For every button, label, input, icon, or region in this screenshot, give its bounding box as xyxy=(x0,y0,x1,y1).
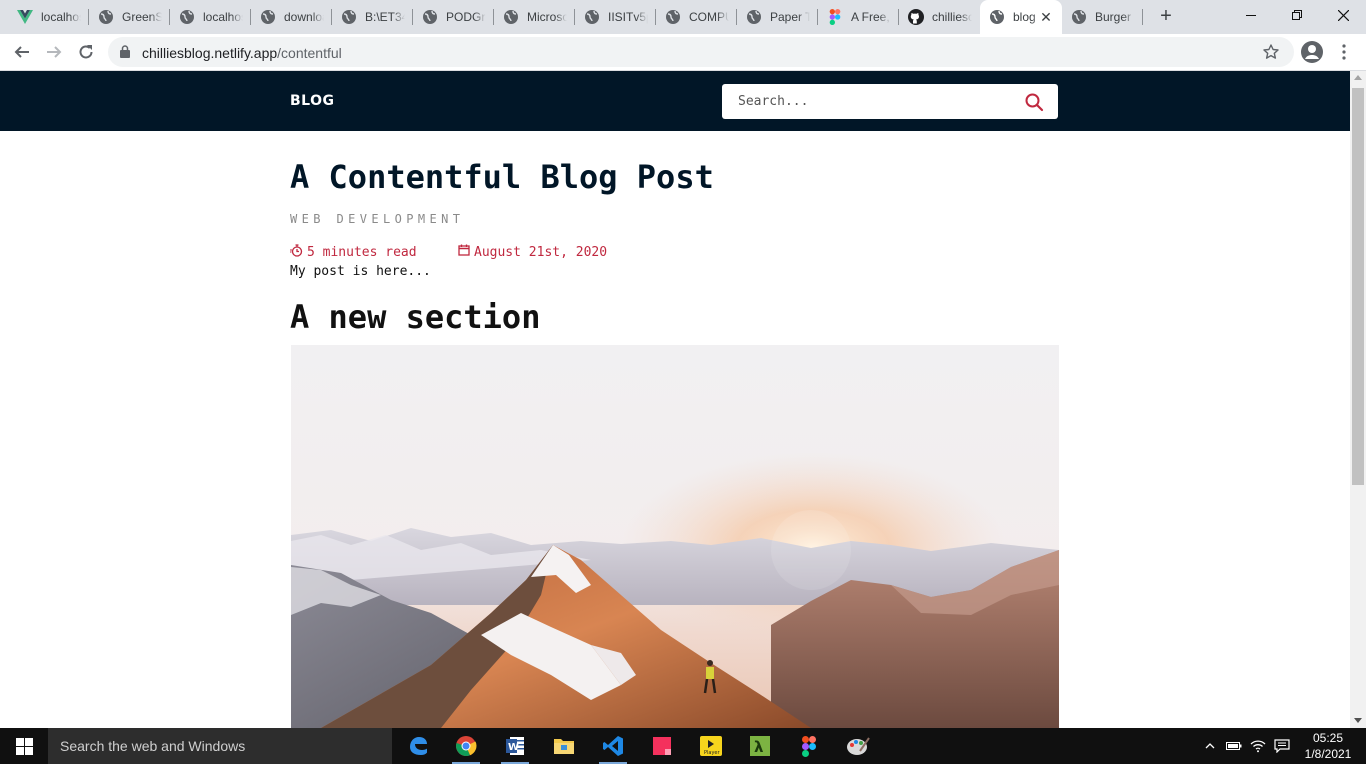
github-icon xyxy=(908,9,924,25)
paint-icon[interactable] xyxy=(834,728,882,764)
taskbar-search-box[interactable]: Search the web and Windows xyxy=(48,728,392,764)
clock-time: 05:25 xyxy=(1312,731,1344,745)
menu-kebab-icon[interactable] xyxy=(1330,38,1358,66)
browser-tab[interactable]: IISITv5p xyxy=(575,0,656,34)
globe-icon xyxy=(746,9,762,25)
page-scrollbar[interactable] xyxy=(1350,71,1366,728)
svg-text:Player: Player xyxy=(704,750,721,756)
site-brand-link[interactable]: BLOG xyxy=(290,93,335,109)
post-category[interactable]: WEB DEVELOPMENT xyxy=(290,212,464,226)
vscode-icon[interactable] xyxy=(589,728,637,764)
browser-tab[interactable]: GreenSock xyxy=(89,0,170,34)
scrollbar-thumb[interactable] xyxy=(1352,88,1364,485)
browser-tab[interactable]: chilliesc xyxy=(899,0,980,34)
browser-tab[interactable]: Microsoft xyxy=(494,0,575,34)
restore-button[interactable] xyxy=(1274,0,1320,30)
hero-image xyxy=(291,345,1059,728)
address-bar[interactable]: chilliesblog.netlify.app/contentful xyxy=(108,37,1294,67)
wifi-icon[interactable] xyxy=(1248,736,1268,756)
browser-tab[interactable]: A Free, xyxy=(818,0,899,34)
new-tab-button[interactable]: + xyxy=(1154,5,1178,29)
browser-tab[interactable]: PODGrid xyxy=(413,0,494,34)
browser-tab[interactable]: Burger xyxy=(1062,0,1143,34)
scroll-up-icon[interactable] xyxy=(1354,75,1362,80)
globe-icon xyxy=(179,9,195,25)
read-time: 5 minutes read xyxy=(290,244,417,261)
site-header: BLOG xyxy=(0,71,1350,131)
figma-icon[interactable] xyxy=(785,728,833,764)
file-explorer-icon[interactable] xyxy=(540,728,588,764)
back-button[interactable] xyxy=(8,38,36,66)
edge-icon[interactable] xyxy=(394,728,442,764)
lock-icon xyxy=(120,45,130,63)
battery-icon[interactable] xyxy=(1224,736,1244,756)
globe-icon xyxy=(503,9,519,25)
browser-tab[interactable]: downloads xyxy=(251,0,332,34)
calendar-icon xyxy=(458,244,474,260)
globe-icon xyxy=(98,9,114,25)
globe-icon xyxy=(422,9,438,25)
figma-icon xyxy=(827,9,843,25)
browser-tab[interactable]: Paper T xyxy=(737,0,818,34)
post-body: My post is here... xyxy=(290,264,431,279)
minimize-button[interactable] xyxy=(1228,0,1274,30)
windows-taskbar: Search the web and Windows W Player λ 05 xyxy=(0,728,1366,764)
page-viewport: BLOG A Contentful Blog Post WEB DEVELOPM… xyxy=(0,71,1350,728)
search-box xyxy=(722,84,1058,119)
browser-tab[interactable]: COMPUTE xyxy=(656,0,737,34)
browser-tab[interactable]: localhost xyxy=(8,0,89,34)
word-icon[interactable]: W xyxy=(491,728,539,764)
globe-icon xyxy=(1071,9,1087,25)
close-window-button[interactable] xyxy=(1320,0,1366,30)
close-tab-icon[interactable]: ✕ xyxy=(1038,9,1054,25)
tab-strip: localhost GreenSock localhost downloads … xyxy=(0,0,1366,34)
profile-avatar-icon[interactable] xyxy=(1298,38,1326,66)
browser-toolbar: chilliesblog.netlify.app/contentful xyxy=(0,34,1366,71)
app-icon[interactable] xyxy=(638,728,686,764)
globe-icon xyxy=(260,9,276,25)
bookmark-star-icon[interactable] xyxy=(1262,43,1280,66)
post-date: August 21st, 2020 xyxy=(458,244,607,260)
browser-tab[interactable]: localhost xyxy=(170,0,251,34)
post-title: A Contentful Blog Post xyxy=(290,158,714,196)
section-heading: A new section xyxy=(290,298,541,336)
vue-icon xyxy=(17,9,33,25)
url-text: chilliesblog.netlify.app/contentful xyxy=(142,45,342,61)
taskbar-clock[interactable]: 05:25 1/8/2021 xyxy=(1298,730,1358,762)
lambda-icon[interactable]: λ xyxy=(736,728,784,764)
search-icon[interactable] xyxy=(1024,92,1044,112)
globe-icon xyxy=(584,9,600,25)
search-input[interactable] xyxy=(722,84,1012,119)
stopwatch-icon xyxy=(290,244,307,261)
windows-start-icon[interactable] xyxy=(0,728,48,764)
player-icon[interactable]: Player xyxy=(687,728,735,764)
svg-text:λ: λ xyxy=(754,738,764,756)
globe-icon xyxy=(989,9,1005,25)
clock-date: 1/8/2021 xyxy=(1304,747,1352,761)
scroll-down-icon[interactable] xyxy=(1354,718,1362,723)
svg-text:W: W xyxy=(508,742,519,753)
notification-icon[interactable] xyxy=(1272,736,1292,756)
browser-tab[interactable]: B:\ET34 xyxy=(332,0,413,34)
globe-icon xyxy=(665,9,681,25)
chevron-up-icon[interactable] xyxy=(1200,736,1220,756)
forward-button[interactable] xyxy=(40,38,68,66)
browser-tab-active[interactable]: blog ✕ xyxy=(980,0,1062,34)
reload-button[interactable] xyxy=(72,38,100,66)
chrome-icon[interactable] xyxy=(442,728,490,764)
globe-icon xyxy=(341,9,357,25)
